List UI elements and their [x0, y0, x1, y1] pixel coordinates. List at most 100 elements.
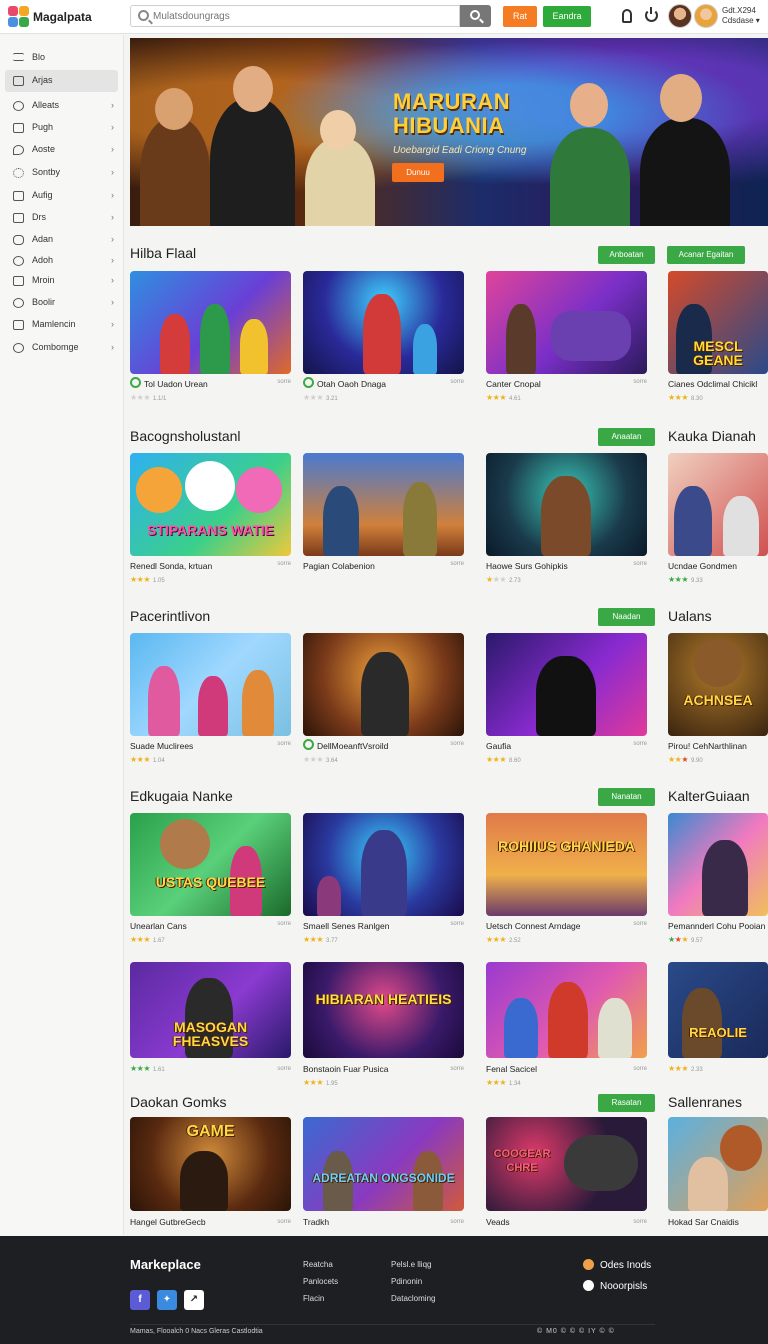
search-box[interactable] — [130, 5, 460, 27]
twitter-icon[interactable]: ✦ — [157, 1290, 177, 1310]
game-title: Cianes Odclimal Chicikl — [668, 379, 758, 389]
sidebar-item-alleats[interactable]: Alleats › — [5, 95, 118, 117]
game-thumbnail[interactable] — [303, 813, 464, 916]
star-rating: ★★★ 9.33 — [668, 575, 703, 584]
sidebar-item-boolir[interactable]: Boolir › — [5, 292, 118, 314]
game-thumbnail[interactable] — [130, 271, 291, 374]
app-link[interactable]: Nooorpisls — [583, 1280, 647, 1292]
box-icon — [13, 123, 24, 133]
section-button[interactable]: Anboatan — [598, 246, 655, 264]
brand-name[interactable]: Magalpata — [33, 10, 92, 24]
avatar[interactable] — [668, 4, 692, 28]
facebook-icon[interactable]: f — [130, 1290, 150, 1310]
game-thumbnail[interactable] — [668, 453, 768, 556]
game-thumbnail[interactable] — [303, 633, 464, 736]
user-avatar[interactable] — [694, 4, 718, 28]
section-title: KalterGuiaan — [668, 788, 750, 804]
hero-banner[interactable]: MARURAN HIBUANIA Uoebargid Eadi Criong C… — [130, 38, 768, 226]
sidebar-item-drs[interactable]: Drs › — [5, 207, 118, 229]
sidebar-item-aoste[interactable]: Aoste › — [5, 139, 118, 161]
play-store-icon — [583, 1280, 594, 1291]
app-link[interactable]: Odes Inods — [583, 1259, 651, 1271]
footer-icons[interactable]: © M0 © © © IY © © — [537, 1328, 615, 1335]
game-thumbnail[interactable]: HIBIARAN HEATIEIS — [303, 962, 464, 1058]
game-meta: sorre — [633, 1066, 647, 1072]
power-icon[interactable] — [645, 7, 658, 22]
circle-icon — [13, 101, 24, 111]
sidebar-item-label: Arjas — [32, 75, 53, 85]
game-thumbnail[interactable]: REAOLIE — [668, 962, 768, 1058]
star-rating: ★★★ 9.90 — [668, 755, 703, 764]
game-thumbnail[interactable] — [486, 633, 647, 736]
game-thumbnail[interactable]: MASOGAN FHEASVES — [130, 962, 291, 1058]
game-thumbnail[interactable] — [486, 453, 647, 556]
thumbnail-title-art: USTAS QUEBEE — [155, 874, 266, 890]
hero-character-head — [570, 83, 608, 127]
star-rating: ★★★ 4.61 — [486, 393, 521, 402]
sidebar-item-aufig[interactable]: Aufig › — [5, 185, 118, 207]
game-thumbnail[interactable] — [486, 271, 647, 374]
game-thumbnail[interactable]: ADREATAN ONGSONIDE — [303, 1117, 464, 1211]
search-button[interactable] — [460, 5, 491, 27]
section-button[interactable]: Naadan — [598, 608, 655, 626]
star-rating: ★★★ 1.1/1 — [130, 393, 167, 402]
sidebar-item-mamlencin[interactable]: Mamlencin › — [5, 314, 118, 336]
orange-action-button[interactable]: Rat — [503, 6, 537, 27]
sidebar-item-mroin[interactable]: Mroin › — [5, 270, 118, 292]
footer-link[interactable]: Datacloming — [391, 1294, 435, 1303]
search-input[interactable] — [153, 8, 453, 24]
game-thumbnail[interactable] — [303, 271, 464, 374]
footer-link[interactable]: Reatcha — [303, 1260, 333, 1269]
game-thumbnail[interactable] — [486, 962, 647, 1058]
hero-cta-button[interactable]: Dunuu — [392, 163, 444, 182]
top-bar: Magalpata Rat Eandra Gdt.X294 Cdsdase ▾ — [0, 0, 768, 34]
section-button[interactable]: Nanatan — [598, 788, 655, 806]
game-thumbnail[interactable] — [303, 453, 464, 556]
list-icon — [13, 53, 24, 61]
game-thumbnail[interactable] — [130, 633, 291, 736]
section-button[interactable]: Acanar Egaitan — [667, 246, 745, 264]
game-thumbnail[interactable]: MESCL GEANE — [668, 271, 768, 374]
game-thumbnail[interactable] — [668, 1117, 768, 1211]
copyright-text: Mamas, Flooalch 0 Nacs Gleras Castlodtia — [130, 1328, 263, 1335]
game-thumbnail[interactable]: ROHIIUS GHANIEDA — [486, 813, 647, 916]
game-title: Fenal Sacicel — [486, 1064, 538, 1074]
star-rating: ★★★ 1.95 — [303, 1078, 338, 1087]
footer-link[interactable]: Panlocets — [303, 1277, 338, 1286]
game-thumbnail[interactable]: COOGEAR CHRE — [486, 1117, 647, 1211]
game-meta: sorre — [633, 1219, 647, 1225]
sidebar-item-arjas[interactable]: Arjas — [5, 70, 118, 92]
hero-title: MARURAN HIBUANIA — [393, 90, 510, 138]
notification-icon[interactable] — [622, 9, 632, 23]
footer-link[interactable]: Flacin — [303, 1294, 324, 1303]
game-title: Smaell Senes Ranlgen — [303, 921, 390, 931]
sidebar-item-combomge[interactable]: Combomge › — [5, 337, 118, 359]
section-button[interactable]: Anaatan — [598, 428, 655, 446]
sidebar-item-blo[interactable]: Blo — [5, 47, 118, 69]
user-menu[interactable]: Gdt.X294 Cdsdase ▾ — [722, 6, 760, 26]
chevron-right-icon: › — [111, 122, 114, 132]
footer-link[interactable]: Pdinonin — [391, 1277, 422, 1286]
gear-icon — [13, 168, 24, 178]
sidebar-item-adoh[interactable]: Adoh › — [5, 250, 118, 272]
section-button[interactable]: Rasatan — [598, 1094, 655, 1112]
verified-icon — [303, 377, 314, 388]
share-icon[interactable]: ↗ — [184, 1290, 204, 1310]
star-rating: ★★★ 3.21 — [303, 393, 338, 402]
game-thumbnail[interactable]: USTAS QUEBEE — [130, 813, 291, 916]
star-rating: ★★★ 1.61 — [130, 1064, 165, 1073]
game-thumbnail[interactable]: ACHNSEA — [668, 633, 768, 736]
game-title: Haowe Surs Gohipkis — [486, 561, 568, 571]
star-rating: ★★★ 2.73 — [486, 575, 521, 584]
chevron-right-icon: › — [111, 212, 114, 222]
footer-link[interactable]: Pelsl.e lliqg — [391, 1260, 431, 1269]
game-thumbnail[interactable]: STIPARANS WATIE — [130, 453, 291, 556]
game-thumbnail[interactable]: GAME — [130, 1117, 291, 1211]
logo-icon[interactable] — [8, 6, 30, 28]
game-thumbnail[interactable] — [668, 813, 768, 916]
sidebar-item-sontby[interactable]: Sontby › — [5, 162, 118, 184]
sidebar-item-adan[interactable]: Adan › — [5, 229, 118, 251]
thumbnail-title-art: ROHIIUS GHANIEDA — [498, 838, 635, 854]
green-action-button[interactable]: Eandra — [543, 6, 591, 27]
sidebar-item-pugh[interactable]: Pugh › — [5, 117, 118, 139]
